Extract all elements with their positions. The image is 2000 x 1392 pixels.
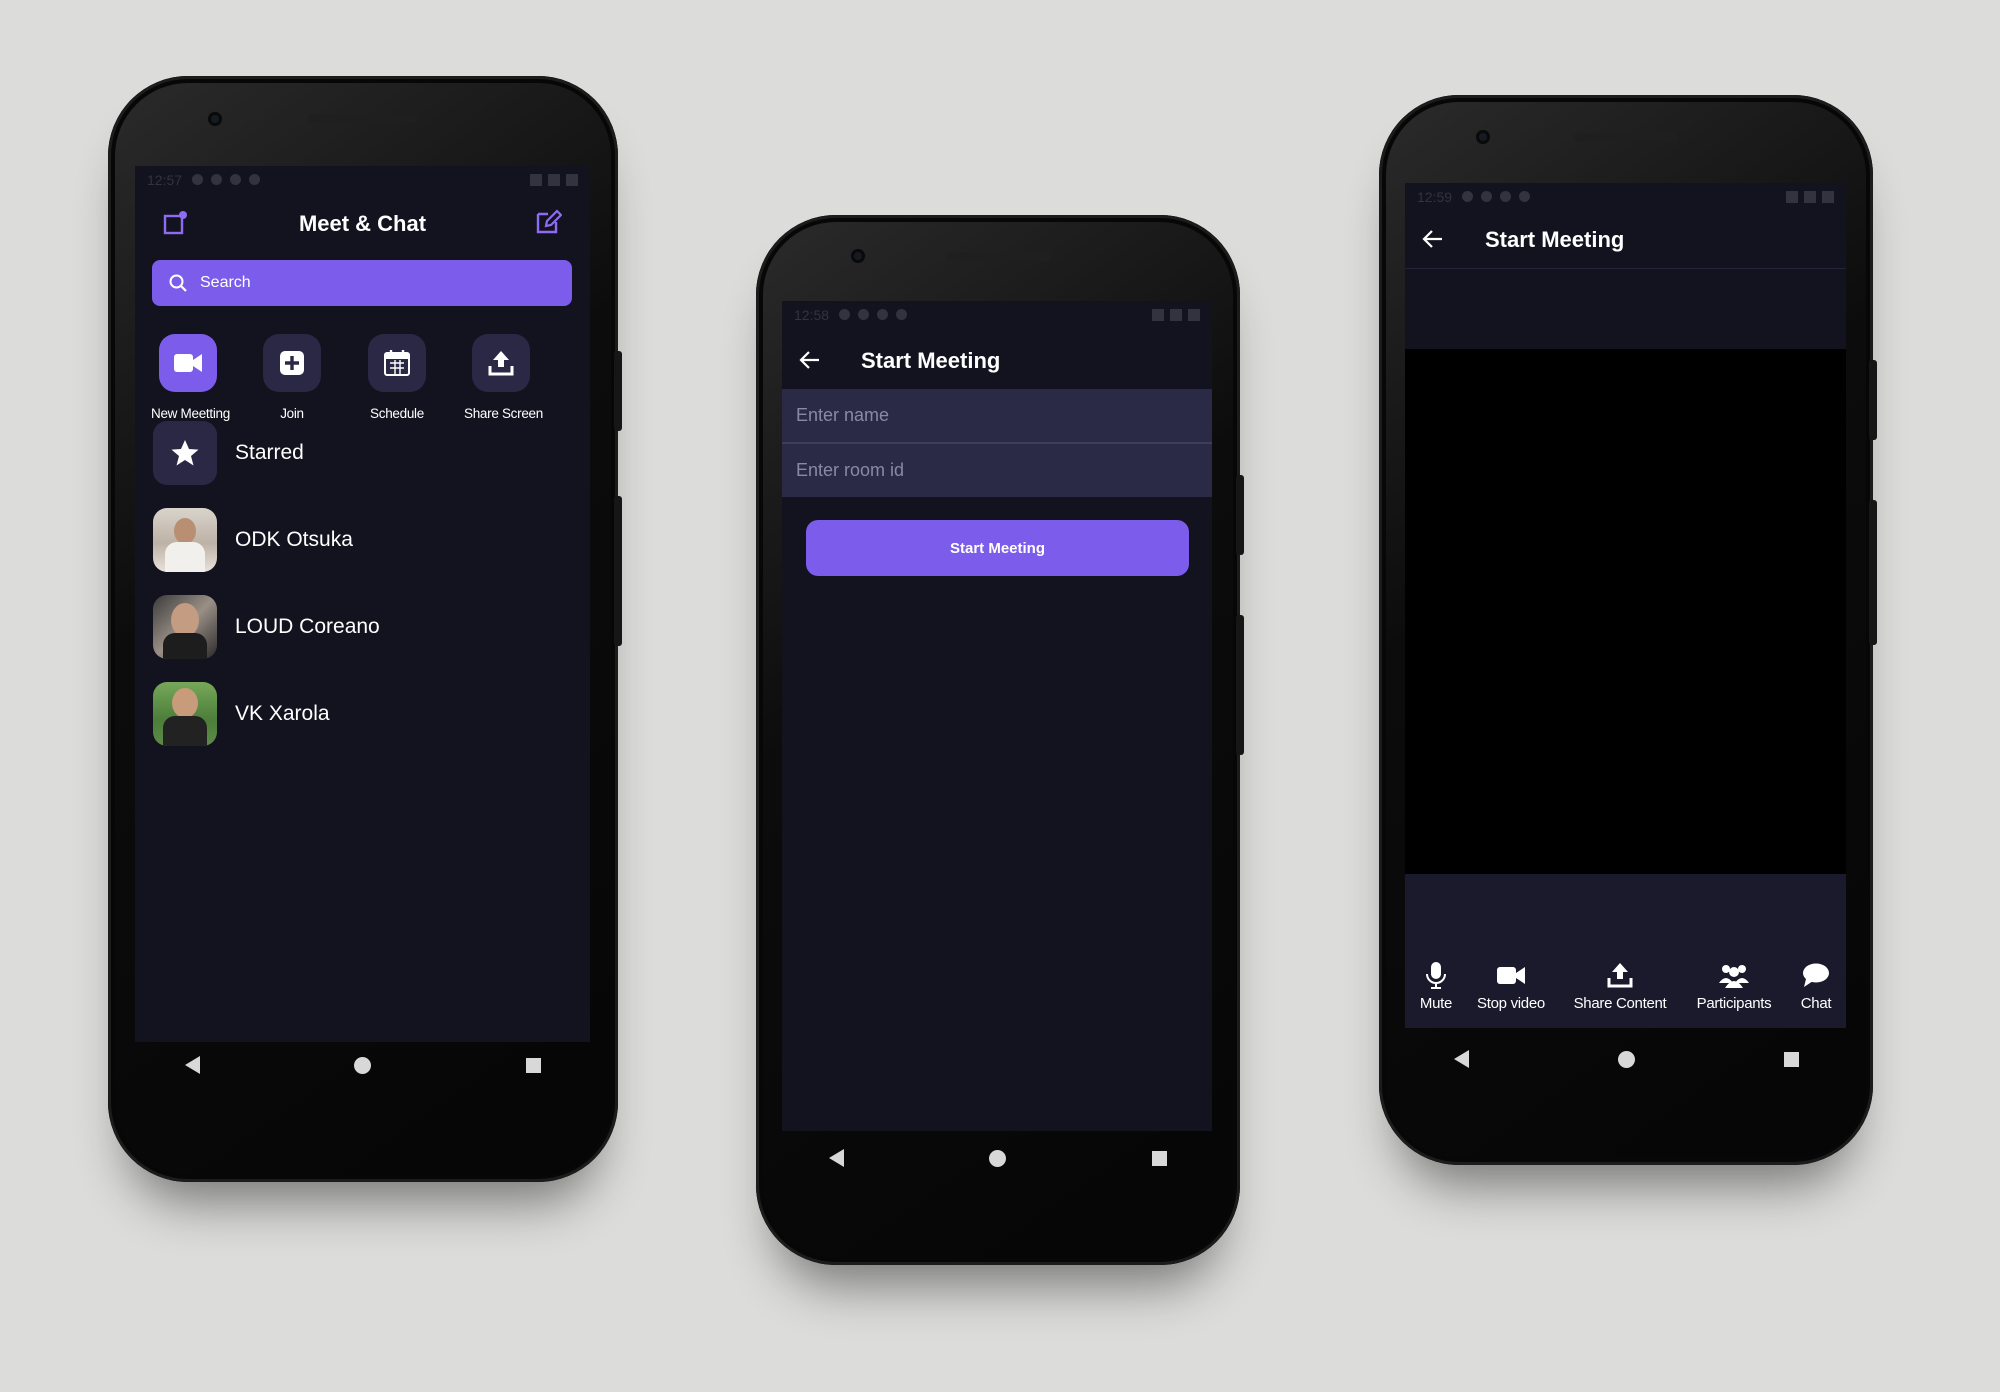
volume-button xyxy=(1869,500,1877,645)
start-meeting-screen: 12:58 Start Meeting Enter name Enter roo… xyxy=(782,301,1212,1131)
status-bar: 12:59 xyxy=(1405,183,1846,211)
new-meeting-button[interactable]: New Meetting xyxy=(151,334,230,421)
start-meeting-button[interactable]: Start Meeting xyxy=(806,520,1189,576)
chat-button[interactable]: Chat xyxy=(1792,961,1840,1012)
earpiece-speaker xyxy=(946,252,1051,261)
share-screen-label: Share Screen xyxy=(464,406,543,421)
home-nav-icon[interactable] xyxy=(989,1149,1007,1167)
microphone-icon xyxy=(1426,962,1446,989)
video-area xyxy=(1405,349,1846,874)
volume-button xyxy=(614,496,622,646)
starred-avatar xyxy=(153,421,217,485)
contact-name: LOUD Coreano xyxy=(235,615,380,638)
power-button xyxy=(614,351,622,431)
list-item-contact[interactable]: LOUD Coreano xyxy=(153,595,380,659)
page-title: Start Meeting xyxy=(861,348,1001,373)
status-bar: 12:58 xyxy=(782,301,1212,329)
contact-name: Starred xyxy=(235,441,304,464)
earpiece-speaker xyxy=(308,114,418,123)
power-button xyxy=(1236,475,1244,555)
contact-name: VK Xarola xyxy=(235,702,330,725)
back-nav-icon[interactable] xyxy=(1453,1050,1469,1068)
participants-icon xyxy=(1719,965,1749,988)
system-nav-bar xyxy=(108,1056,618,1074)
list-item-starred[interactable]: Starred xyxy=(153,421,304,485)
start-meeting-button-label: Start Meeting xyxy=(949,539,1045,557)
schedule-label: Schedule xyxy=(370,406,424,421)
recents-nav-icon[interactable] xyxy=(525,1057,541,1073)
front-camera xyxy=(1476,130,1490,144)
phone-frame-home: 12:57 Meet & Chat Search New Meetting Jo… xyxy=(108,76,622,1182)
system-nav-bar xyxy=(1379,1050,1873,1068)
power-button xyxy=(1869,360,1877,440)
home-nav-icon[interactable] xyxy=(354,1056,372,1074)
compose-icon[interactable] xyxy=(534,208,563,236)
plus-icon xyxy=(263,334,321,392)
calendar-icon xyxy=(368,334,426,392)
avatar xyxy=(153,682,217,746)
stop-video-label: Stop video xyxy=(1477,995,1545,1012)
search-input[interactable]: Search xyxy=(200,274,251,292)
front-camera xyxy=(208,112,222,126)
list-item-contact[interactable]: ODK Otsuka xyxy=(153,508,353,572)
stop-video-button[interactable]: Stop video xyxy=(1469,961,1553,1012)
status-time: 12:58 xyxy=(794,307,830,323)
chat-bubble-icon xyxy=(1803,963,1829,987)
home-nav-icon[interactable] xyxy=(1617,1050,1635,1068)
avatar xyxy=(153,508,217,572)
upload-icon xyxy=(1607,963,1633,988)
name-input[interactable]: Enter name xyxy=(782,389,1212,442)
video-camera-icon xyxy=(1497,967,1525,984)
meeting-room-screen: 12:59 Start Meeting Mute Stop video Shar… xyxy=(1405,183,1846,1028)
star-icon xyxy=(171,440,199,466)
share-content-button[interactable]: Share Content xyxy=(1565,961,1675,1012)
search-icon xyxy=(168,273,188,293)
page-title: Start Meeting xyxy=(1485,227,1625,252)
join-button[interactable]: Join xyxy=(255,334,329,421)
join-label: Join xyxy=(280,406,304,421)
status-bar: 12:57 xyxy=(135,166,590,194)
room-id-input[interactable]: Enter room id xyxy=(782,444,1212,497)
system-nav-bar xyxy=(756,1149,1240,1167)
front-camera xyxy=(851,249,865,263)
share-screen-button[interactable]: Share Screen xyxy=(464,334,543,421)
upload-icon xyxy=(472,334,530,392)
list-item-contact[interactable]: VK Xarola xyxy=(153,682,330,746)
back-nav-icon[interactable] xyxy=(185,1056,201,1074)
status-time: 12:57 xyxy=(147,172,183,188)
recents-nav-icon[interactable] xyxy=(1152,1150,1168,1166)
volume-button xyxy=(1236,615,1244,755)
back-nav-icon[interactable] xyxy=(828,1149,844,1167)
divider xyxy=(1405,268,1846,269)
phone-frame-start-meeting: 12:58 Start Meeting Enter name Enter roo… xyxy=(756,215,1244,1265)
status-time: 12:59 xyxy=(1417,189,1453,205)
app-title: Meet & Chat xyxy=(298,211,427,236)
home-screen: 12:57 Meet & Chat Search New Meetting Jo… xyxy=(135,166,590,1042)
phone-frame-meeting-room: 12:59 Start Meeting Mute Stop video Shar… xyxy=(1379,95,1877,1165)
share-content-label: Share Content xyxy=(1573,995,1667,1012)
back-arrow-icon[interactable] xyxy=(1421,227,1445,251)
chat-label: Chat xyxy=(1800,995,1832,1012)
mute-button[interactable]: Mute xyxy=(1409,961,1463,1012)
schedule-button[interactable]: Schedule xyxy=(360,334,434,421)
video-camera-icon xyxy=(159,334,217,392)
participants-button[interactable]: Participants xyxy=(1687,961,1781,1012)
earpiece-speaker xyxy=(1574,133,1679,142)
mute-label: Mute xyxy=(1419,995,1453,1012)
new-meeting-label: New Meetting xyxy=(151,406,230,421)
recents-nav-icon[interactable] xyxy=(1783,1051,1799,1067)
back-arrow-icon[interactable] xyxy=(798,348,822,372)
participants-label: Participants xyxy=(1696,995,1772,1012)
contact-name: ODK Otsuka xyxy=(235,528,353,551)
search-bar[interactable]: Search xyxy=(152,260,572,306)
avatar xyxy=(153,595,217,659)
